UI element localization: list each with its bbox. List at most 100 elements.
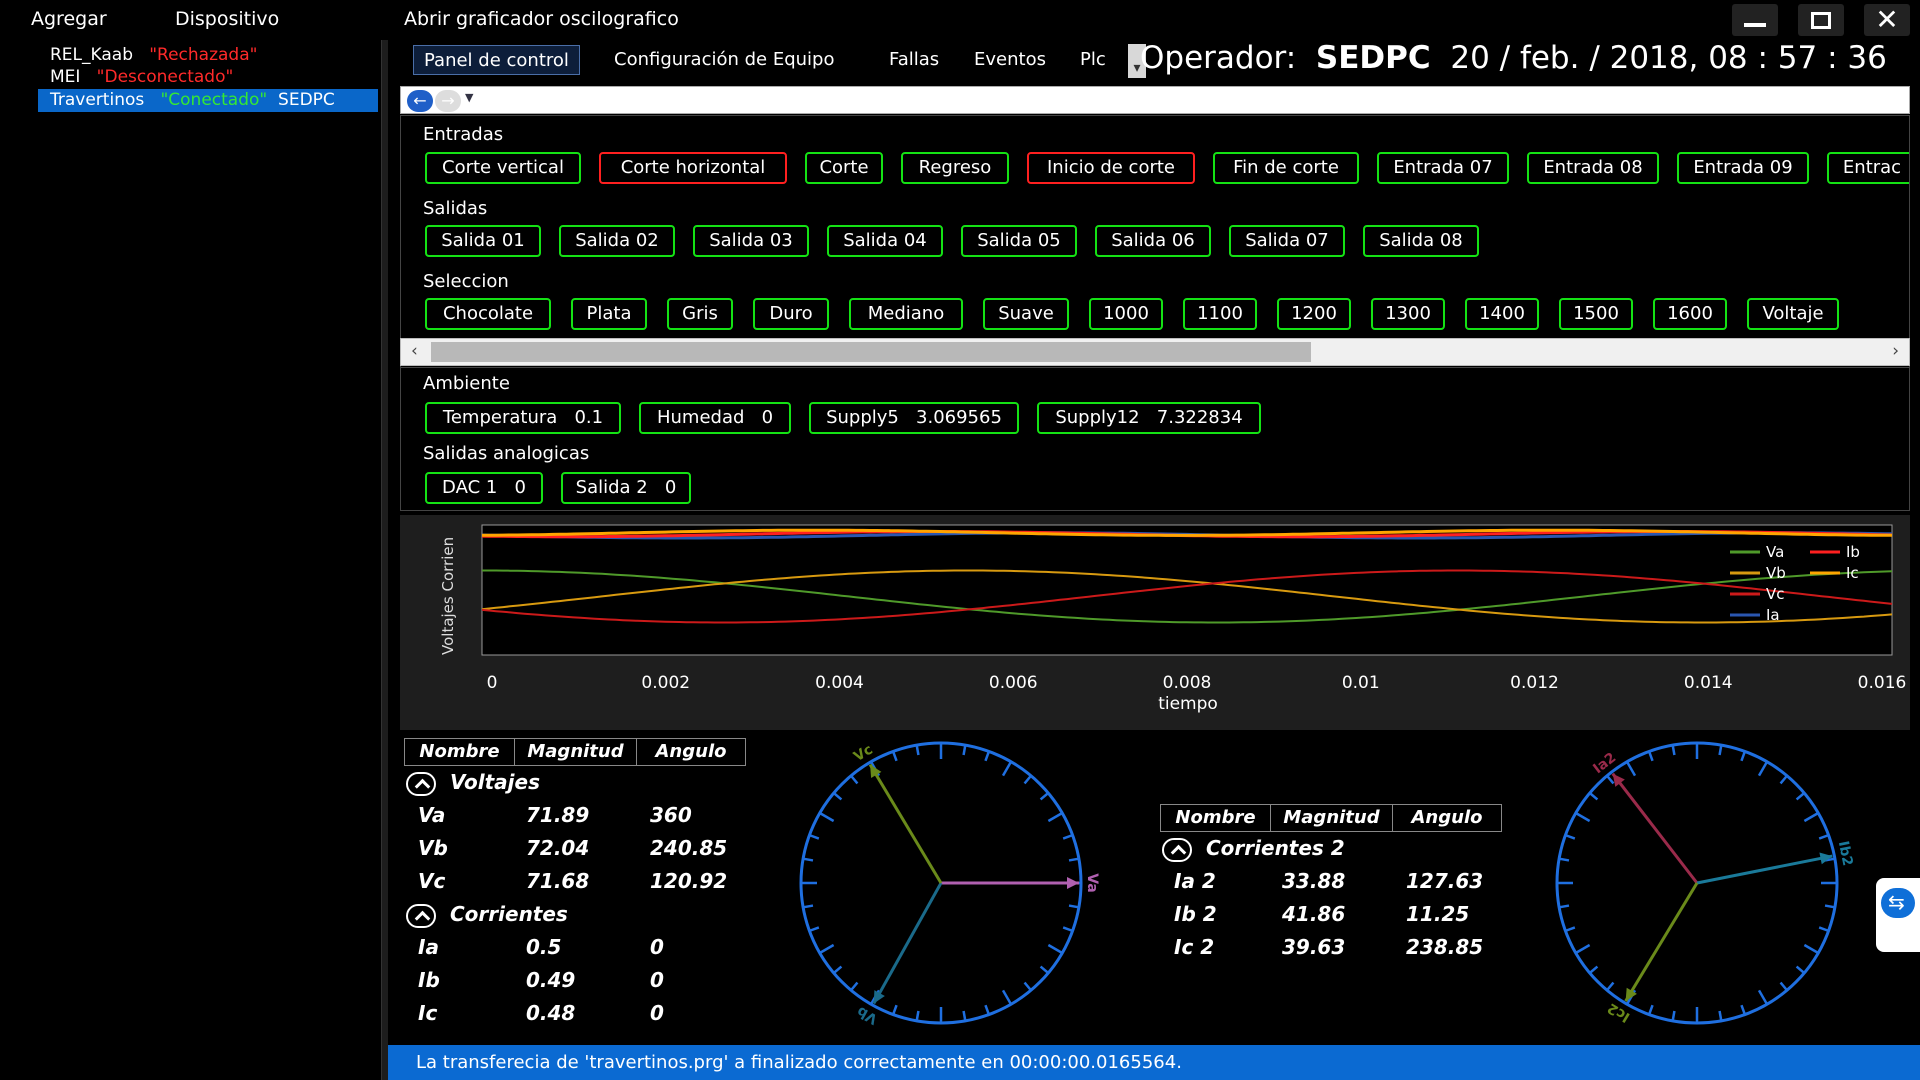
salida-button-salida-03[interactable]: Salida 03 (693, 225, 809, 257)
table-cell: 0.5 (526, 935, 562, 959)
seleccion-button-1200[interactable]: 1200 (1277, 298, 1351, 330)
entrada-button-corte-horizontal[interactable]: Corte horizontal (599, 152, 787, 184)
seleccion-button-suave[interactable]: Suave (983, 298, 1069, 330)
tree-item-travertinos[interactable]: Travertinos "Conectado" SEDPC (38, 89, 378, 112)
maximize-button[interactable] (1798, 4, 1844, 36)
remote-support-widget[interactable] (1876, 878, 1920, 952)
seleccion-button-1400[interactable]: 1400 (1465, 298, 1539, 330)
seleccion-button-plata[interactable]: Plata (571, 298, 647, 330)
scroll-right-icon[interactable]: › (1892, 341, 1899, 361)
tree-item-mei[interactable]: MEI "Desconectado" (38, 66, 378, 89)
entrada-button-regreso[interactable]: Regreso (901, 152, 1009, 184)
salida-button-salida-05[interactable]: Salida 05 (961, 225, 1077, 257)
entrada-button-corte[interactable]: Corte (805, 152, 883, 184)
phasor-label: Va (1084, 873, 1100, 893)
phasor-tick (1001, 761, 1013, 777)
seleccion-button-mediano[interactable]: Mediano (849, 298, 963, 330)
column-header-nombre[interactable]: Nombre (405, 739, 515, 765)
phasor-tick (1647, 751, 1654, 762)
seleccion-button-1000[interactable]: 1000 (1089, 298, 1163, 330)
phasor-tick (1647, 1004, 1654, 1015)
entrada-button-corte-vertical[interactable]: Corte vertical (425, 152, 581, 184)
collapse-icon[interactable] (406, 771, 436, 796)
table-cell: 120.92 (650, 869, 728, 893)
tab-eventos[interactable]: Eventos (964, 45, 1056, 75)
column-header-magnitud[interactable]: Magnitud (1271, 805, 1393, 831)
entrada-button-fin-de-corte[interactable]: Fin de corte (1213, 152, 1359, 184)
forward-button[interactable]: → (435, 90, 461, 112)
phasor-label: Ib2 (1835, 840, 1856, 868)
group-corrientes[interactable]: Corrientes (406, 902, 568, 928)
splitter[interactable] (381, 40, 388, 1080)
legend-label: Ib (1846, 543, 1860, 561)
collapse-icon[interactable] (406, 903, 436, 928)
tree-item-rel-kaab[interactable]: REL_Kaab "Rechazada" (38, 44, 378, 67)
salida-button-salida-08[interactable]: Salida 08 (1363, 225, 1479, 257)
scroll-left-icon[interactable]: ‹ (411, 341, 418, 361)
phasor-tick (1575, 943, 1591, 955)
phasor-tick (1779, 774, 1788, 785)
phasor-tick (1023, 981, 1032, 992)
tab-fallas[interactable]: Fallas (879, 45, 949, 75)
column-header-magnitud[interactable]: Magnitud (515, 739, 637, 765)
seleccion-button-gris[interactable]: Gris (667, 298, 733, 330)
phasor-tick (1803, 943, 1819, 955)
entrada-button-entrada-08[interactable]: Entrada 08 (1527, 152, 1659, 184)
salida-button-salida-01[interactable]: Salida 01 (425, 225, 541, 257)
seleccion-button-1100[interactable]: 1100 (1183, 298, 1257, 330)
seleccion-button-duro[interactable]: Duro (753, 298, 829, 330)
menu-graficador[interactable]: Abrir graficador oscilografico (404, 8, 679, 30)
minimize-button[interactable] (1732, 4, 1778, 36)
seleccion-button-voltaje[interactable]: Voltaje (1747, 298, 1839, 330)
back-button[interactable]: ← (407, 90, 433, 112)
menu-dispositivo[interactable]: Dispositivo (175, 8, 279, 30)
ambiente-label: Ambiente (423, 373, 510, 394)
seleccion-button-1500[interactable]: 1500 (1559, 298, 1633, 330)
entrada-button-entrac[interactable]: Entrac (1827, 152, 1909, 184)
seleccion-button-1600[interactable]: 1600 (1653, 298, 1727, 330)
salida-button-salida-02[interactable]: Salida 02 (559, 225, 675, 257)
chip-name: Salida 2 (575, 477, 648, 498)
salida-button-salida-06[interactable]: Salida 06 (1095, 225, 1211, 257)
close-button[interactable]: ✕ (1864, 4, 1910, 36)
phasor-vector-ia2 (1611, 772, 1699, 884)
group-voltajes[interactable]: Voltajes (406, 770, 540, 796)
x-ticks: 0 0.002 0.004 0.006 0.008 0.01 0.012 0.014 0.016 (487, 673, 1907, 693)
column-header-angulo[interactable]: Angulo (637, 739, 745, 765)
table-cell: 240.85 (650, 836, 728, 860)
phasor-tick (1606, 981, 1615, 992)
scrollbar-thumb[interactable] (431, 342, 1311, 362)
column-header-angulo[interactable]: Angulo (1393, 805, 1501, 831)
seleccion-button-chocolate[interactable]: Chocolate (425, 298, 551, 330)
swap-icon (1881, 888, 1915, 918)
phasor-tick (1047, 811, 1063, 823)
phasor-tick (802, 904, 814, 909)
entrada-button-entrada-07[interactable]: Entrada 07 (1377, 152, 1509, 184)
menu-agregar[interactable]: Agregar (31, 8, 107, 30)
table-cell: 360 (650, 803, 692, 827)
phasor-tick (1803, 811, 1819, 823)
history-dropdown[interactable]: ▼ (465, 91, 491, 113)
salida-button-salida-04[interactable]: Salida 04 (827, 225, 943, 257)
entrada-button-inicio-de-corte[interactable]: Inicio de corte (1027, 152, 1195, 184)
chip-value: 3.069565 (916, 407, 1002, 428)
group-corrientes-2[interactable]: Corrientes 2 (1162, 836, 1345, 862)
salida-button-salida-07[interactable]: Salida 07 (1229, 225, 1345, 257)
collapse-icon[interactable] (1162, 837, 1192, 862)
seleccion-button-1300[interactable]: 1300 (1371, 298, 1445, 330)
table-cell: 127.63 (1406, 869, 1484, 893)
horizontal-scrollbar[interactable]: ‹ › (400, 338, 1910, 366)
tab-plc[interactable]: Plc (1070, 45, 1116, 75)
tab-panel-de-control[interactable]: Panel de control (413, 45, 580, 75)
x-axis-label: tiempo (1158, 694, 1218, 714)
phasor-tick (1558, 857, 1570, 862)
phasor-tick (809, 833, 820, 840)
tab-configuracion[interactable]: Configuración de Equipo (604, 45, 845, 75)
phasor-tick (1757, 761, 1769, 777)
phasor-tick (1757, 989, 1769, 1005)
column-header-nombre[interactable]: Nombre (1161, 805, 1271, 831)
entrada-button-entrada-09[interactable]: Entrada 09 (1677, 152, 1809, 184)
table-cell: Ic 2 (1174, 935, 1215, 959)
group-title: Voltajes (450, 770, 540, 794)
chip-value: 0 (664, 477, 677, 498)
